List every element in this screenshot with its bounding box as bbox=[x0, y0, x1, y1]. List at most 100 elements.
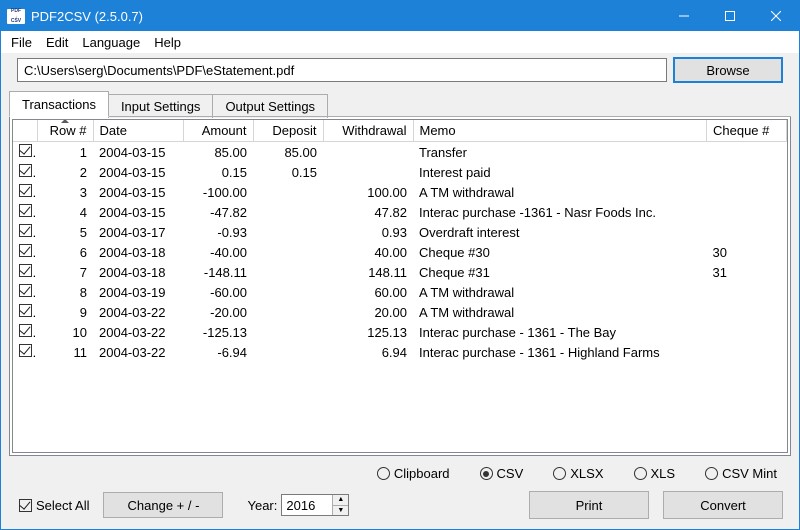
cell-check[interactable] bbox=[13, 262, 37, 282]
cell-row: 5 bbox=[37, 222, 93, 242]
file-path-input[interactable] bbox=[17, 58, 667, 82]
col-header-memo[interactable]: Memo bbox=[413, 120, 707, 142]
cell-deposit bbox=[253, 222, 323, 242]
cell-deposit bbox=[253, 262, 323, 282]
cell-check[interactable] bbox=[13, 322, 37, 342]
checkbox-icon bbox=[19, 499, 32, 512]
year-input[interactable] bbox=[282, 495, 332, 515]
cell-memo: A TM withdrawal bbox=[413, 182, 707, 202]
menu-language[interactable]: Language bbox=[76, 33, 146, 52]
change-sign-button[interactable]: Change + / - bbox=[103, 492, 223, 518]
menu-file[interactable]: File bbox=[5, 33, 38, 52]
cell-cheque: 31 bbox=[707, 262, 787, 282]
cell-cheque bbox=[707, 222, 787, 242]
radio-clipboard[interactable]: Clipboard bbox=[377, 466, 450, 481]
cell-row: 1 bbox=[37, 142, 93, 163]
cell-check[interactable] bbox=[13, 222, 37, 242]
year-group: Year: ▲ ▼ bbox=[247, 494, 349, 516]
cell-amount: -100.00 bbox=[183, 182, 253, 202]
print-button[interactable]: Print bbox=[529, 491, 649, 519]
tab-output-settings[interactable]: Output Settings bbox=[212, 94, 328, 118]
cell-memo: Interac purchase - 1361 - Highland Farms bbox=[413, 342, 707, 362]
cell-amount: -47.82 bbox=[183, 202, 253, 222]
cell-memo: A TM withdrawal bbox=[413, 282, 707, 302]
checkbox-icon bbox=[19, 224, 32, 237]
cell-memo: Interest paid bbox=[413, 162, 707, 182]
select-all-checkbox[interactable]: Select All bbox=[15, 498, 89, 513]
cell-row: 9 bbox=[37, 302, 93, 322]
table-row[interactable]: 52004-03-17-0.930.93Overdraft interest bbox=[13, 222, 787, 242]
menu-help[interactable]: Help bbox=[148, 33, 187, 52]
cell-date: 2004-03-17 bbox=[93, 222, 183, 242]
cell-check[interactable] bbox=[13, 162, 37, 182]
cell-deposit: 85.00 bbox=[253, 142, 323, 163]
table-row[interactable]: 92004-03-22-20.0020.00A TM withdrawal bbox=[13, 302, 787, 322]
cell-check[interactable] bbox=[13, 302, 37, 322]
checkbox-icon bbox=[19, 144, 32, 157]
minimize-button[interactable] bbox=[661, 1, 707, 31]
table-row[interactable]: 102004-03-22-125.13125.13Interac purchas… bbox=[13, 322, 787, 342]
convert-button[interactable]: Convert bbox=[663, 491, 783, 519]
menubar: File Edit Language Help bbox=[1, 31, 799, 53]
col-header-check[interactable] bbox=[13, 120, 37, 142]
table-row[interactable]: 22004-03-150.150.15Interest paid bbox=[13, 162, 787, 182]
cell-row: 3 bbox=[37, 182, 93, 202]
cell-check[interactable] bbox=[13, 202, 37, 222]
year-spinner[interactable]: ▲ ▼ bbox=[281, 494, 349, 516]
col-header-deposit[interactable]: Deposit bbox=[253, 120, 323, 142]
cell-deposit bbox=[253, 182, 323, 202]
maximize-button[interactable] bbox=[707, 1, 753, 31]
radio-xls[interactable]: XLS bbox=[634, 466, 676, 481]
menu-edit[interactable]: Edit bbox=[40, 33, 74, 52]
cell-check[interactable] bbox=[13, 242, 37, 262]
table-row[interactable]: 12004-03-1585.0085.00Transfer bbox=[13, 142, 787, 163]
app-icon-bot: CSV bbox=[11, 19, 21, 24]
table-panel: Row # Date Amount Deposit Withdrawal Mem… bbox=[9, 117, 791, 456]
checkbox-icon bbox=[19, 344, 32, 357]
cell-withdrawal: 6.94 bbox=[323, 342, 413, 362]
app-icon: PDF ↓ CSV bbox=[7, 9, 25, 24]
radio-csv-mint[interactable]: CSV Mint bbox=[705, 466, 777, 481]
cell-withdrawal: 0.93 bbox=[323, 222, 413, 242]
table-row[interactable]: 112004-03-22-6.946.94Interac purchase - … bbox=[13, 342, 787, 362]
radio-xlsx[interactable]: XLSX bbox=[553, 466, 603, 481]
cell-check[interactable] bbox=[13, 182, 37, 202]
checkbox-icon bbox=[19, 184, 32, 197]
table-row[interactable]: 32004-03-15-100.00100.00A TM withdrawal bbox=[13, 182, 787, 202]
cell-withdrawal: 20.00 bbox=[323, 302, 413, 322]
table-inner: Row # Date Amount Deposit Withdrawal Mem… bbox=[12, 119, 788, 453]
cell-check[interactable] bbox=[13, 142, 37, 163]
table-row[interactable]: 42004-03-15-47.8247.82Interac purchase -… bbox=[13, 202, 787, 222]
tab-transactions[interactable]: Transactions bbox=[9, 91, 109, 117]
cell-row: 6 bbox=[37, 242, 93, 262]
col-header-row[interactable]: Row # bbox=[37, 120, 93, 142]
col-header-amount[interactable]: Amount bbox=[183, 120, 253, 142]
col-header-withdrawal[interactable]: Withdrawal bbox=[323, 120, 413, 142]
close-button[interactable] bbox=[753, 1, 799, 31]
browse-button[interactable]: Browse bbox=[673, 57, 783, 83]
radio-icon bbox=[705, 467, 718, 480]
cell-amount: 85.00 bbox=[183, 142, 253, 163]
cell-date: 2004-03-15 bbox=[93, 142, 183, 163]
col-header-date[interactable]: Date bbox=[93, 120, 183, 142]
radio-csv[interactable]: CSV bbox=[480, 466, 524, 481]
cell-deposit bbox=[253, 302, 323, 322]
table-row[interactable]: 72004-03-18-148.11148.11Cheque #3131 bbox=[13, 262, 787, 282]
tab-input-settings[interactable]: Input Settings bbox=[108, 94, 214, 118]
year-step-down[interactable]: ▼ bbox=[333, 505, 348, 516]
cell-cheque bbox=[707, 162, 787, 182]
cell-check[interactable] bbox=[13, 282, 37, 302]
cell-memo: Cheque #30 bbox=[413, 242, 707, 262]
col-header-cheque[interactable]: Cheque # bbox=[707, 120, 787, 142]
cell-row: 2 bbox=[37, 162, 93, 182]
cell-amount: 0.15 bbox=[183, 162, 253, 182]
cell-amount: -20.00 bbox=[183, 302, 253, 322]
cell-row: 7 bbox=[37, 262, 93, 282]
cell-deposit bbox=[253, 242, 323, 262]
cell-cheque bbox=[707, 142, 787, 163]
cell-withdrawal: 60.00 bbox=[323, 282, 413, 302]
table-row[interactable]: 62004-03-18-40.0040.00Cheque #3030 bbox=[13, 242, 787, 262]
table-row[interactable]: 82004-03-19-60.0060.00A TM withdrawal bbox=[13, 282, 787, 302]
cell-check[interactable] bbox=[13, 342, 37, 362]
year-step-up[interactable]: ▲ bbox=[333, 495, 348, 505]
